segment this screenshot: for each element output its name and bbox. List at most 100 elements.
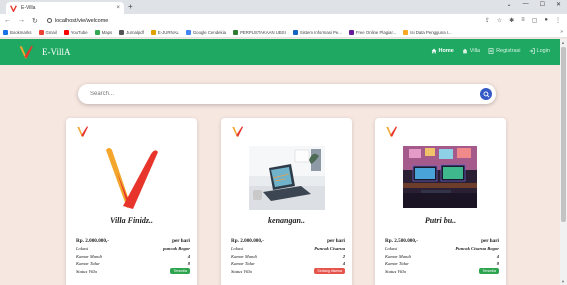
bedroom-row: Kamar Tidur 4 <box>231 261 345 267</box>
villa-price: Rp. 2.500.000,- <box>385 237 418 244</box>
villa-location: puncak Bogor <box>163 246 190 252</box>
bookmark-item[interactable]: Free Online Plagiar... <box>348 29 396 35</box>
window-controls: ⌄ — ☐ ✕ <box>507 1 561 8</box>
new-tab-icon[interactable]: + <box>128 2 133 11</box>
bathroom-row: Kamar Mandi 2 <box>231 253 345 259</box>
bookmarks-bar: Bookmarks Gmail YouTube Maps Jurnalpdf E… <box>0 27 567 38</box>
price-row: Rp. 2.000.000,- per hari <box>76 236 190 245</box>
register-icon <box>488 48 494 54</box>
bookmark-item[interactable]: Bookmarks <box>3 29 32 35</box>
bedroom-count: 8 <box>496 261 499 267</box>
villa-details: Rp. 2.000.000,- per hari Lokasi puncak Bog… <box>76 236 190 275</box>
bookmark-item[interactable]: Sistem Informasi Pe... <box>292 29 342 35</box>
search-input[interactable] <box>90 91 460 97</box>
price-unit: per hari <box>327 237 345 244</box>
villa-location: Puncak Cisarua <box>314 246 345 252</box>
price-row: Rp. 2.000.000,- per hari <box>231 236 345 245</box>
bookmark-item[interactable]: E-JURNAL <box>150 29 179 35</box>
sidebar-icon[interactable]: ▢ <box>532 17 538 24</box>
url-field[interactable]: localhost/vie/welcome <box>46 17 108 24</box>
search-icon <box>483 91 489 97</box>
scroll-up-icon[interactable]: ▲ <box>561 40 565 45</box>
reading-list-icon[interactable]: ≡ <box>521 17 525 24</box>
villa-image[interactable] <box>249 146 325 210</box>
villa-price: Rp. 2.000.000,- <box>76 237 109 244</box>
nav-villa[interactable]: Villa <box>462 48 480 54</box>
status-row: Status Villa Tersedia <box>385 268 499 276</box>
bookmark-item[interactable]: Google Cendekia <box>185 29 226 35</box>
search-button[interactable] <box>480 88 492 100</box>
bathroom-count: 2 <box>342 253 345 259</box>
status-row: Status Villa Sedang disewa <box>231 268 345 276</box>
price-row: Rp. 2.500.000,- per hari <box>385 236 499 245</box>
tab-search-icon[interactable]: ⌄ <box>507 1 512 8</box>
location-row: Lokasi puncak Bogor <box>76 246 190 252</box>
price-unit: per hari <box>481 237 499 244</box>
bookmark-item[interactable]: Jurnalpdf <box>119 29 144 35</box>
villa-icon <box>462 48 468 54</box>
menu-kebab-icon[interactable]: ⋮ <box>555 17 561 24</box>
address-bar-actions: ⇪ ☆ ✱ ≡ ▢ ● ⋮ <box>485 17 561 24</box>
villa-name: Villa Finidz.. <box>110 216 153 225</box>
villa-card[interactable]: kenangan.. Rp. 2.000.000,- per hari Lokas… <box>221 118 352 285</box>
maximize-icon[interactable]: ☐ <box>540 1 545 8</box>
page-scrollbar[interactable]: ▲ ▼ <box>560 39 567 285</box>
villa-logo-icon[interactable] <box>18 44 34 60</box>
search-bar <box>78 84 496 104</box>
scroll-down-icon[interactable]: ▼ <box>561 279 565 284</box>
site-info-icon[interactable] <box>46 17 52 23</box>
nav-registrasi[interactable]: Registrasi <box>488 48 521 54</box>
close-window-icon[interactable]: ✕ <box>556 1 561 8</box>
home-icon <box>431 48 436 54</box>
forward-icon[interactable]: → <box>18 17 25 24</box>
villa-card[interactable]: Putri bu.. Rp. 2.500.000,- per hari Lokas… <box>375 118 506 285</box>
nav-login[interactable]: Login <box>529 48 550 54</box>
nav-home[interactable]: Home <box>431 48 454 54</box>
villa-logo-icon <box>77 126 89 137</box>
villa-favicon-icon <box>10 4 17 12</box>
villa-details: Rp. 2.000.000,- per hari Lokasi Puncak Cis… <box>231 236 345 275</box>
villa-logo-icon <box>232 126 244 137</box>
bookmark-item[interactable]: PERPUSTAKAAN UBSI <box>233 29 286 35</box>
scroll-thumb[interactable] <box>561 47 566 222</box>
reload-icon[interactable]: ↻ <box>32 17 38 25</box>
villa-price: Rp. 2.000.000,- <box>231 237 264 244</box>
villa-image[interactable] <box>403 146 477 208</box>
bathroom-count: 4 <box>187 253 190 259</box>
bedroom-count: 4 <box>342 261 345 267</box>
bookmark-item[interactable]: YouTube <box>63 29 88 35</box>
villa-details: Rp. 2.500.000,- per hari Lokasi Puncak Cis… <box>385 236 499 275</box>
status-badge: Tersedia <box>170 268 190 275</box>
villa-card[interactable]: Villa Finidz.. Rp. 2.000.000,- per hari L… <box>66 118 197 285</box>
price-unit: per hari <box>172 237 190 244</box>
browser-tab[interactable]: E-Villa × <box>6 2 124 14</box>
bathroom-row: Kamar Mandi 4 <box>385 253 499 259</box>
status-badge: Sedang disewa <box>314 268 345 275</box>
bookmarks-overflow-icon[interactable]: » <box>560 29 563 35</box>
minimize-icon[interactable]: — <box>523 1 529 8</box>
bookmark-item[interactable]: Maps <box>94 29 112 35</box>
villa-location: Puncak Cisarua Bogor <box>455 246 499 252</box>
tab-close-icon[interactable]: × <box>116 5 120 11</box>
villa-logo-icon <box>386 126 398 137</box>
brand-title[interactable]: E-VillA <box>42 47 70 57</box>
status-badge: Tersedia <box>479 268 499 275</box>
address-bar: ← → ↻ localhost/vie/welcome ⇪ ☆ ✱ ≡ ▢ ● … <box>0 14 567 27</box>
bedroom-row: Kamar Tidur 8 <box>76 261 190 267</box>
extensions-icon[interactable]: ✱ <box>509 17 514 24</box>
villa-image[interactable] <box>103 142 161 212</box>
bathroom-row: Kamar Mandi 4 <box>76 253 190 259</box>
share-icon[interactable]: ⇪ <box>485 17 490 24</box>
bathroom-count: 4 <box>496 253 499 259</box>
profile-avatar-icon[interactable]: ● <box>544 17 548 24</box>
bookmark-item[interactable]: Gmail <box>38 29 57 35</box>
bookmark-item[interactable]: Isi Data Pengguna I... <box>403 29 452 35</box>
back-icon[interactable]: ← <box>4 17 11 24</box>
tab-title: E-Villa <box>21 5 36 11</box>
bedroom-count: 8 <box>187 261 190 267</box>
bookmark-star-icon[interactable]: ☆ <box>497 17 502 24</box>
location-row: Lokasi Puncak Cisarua Bogor <box>385 246 499 252</box>
status-row: Status Villa Tersedia <box>76 268 190 276</box>
login-icon <box>529 48 535 54</box>
app-navbar: E-VillA Home Villa Registrasi Login <box>0 39 560 65</box>
